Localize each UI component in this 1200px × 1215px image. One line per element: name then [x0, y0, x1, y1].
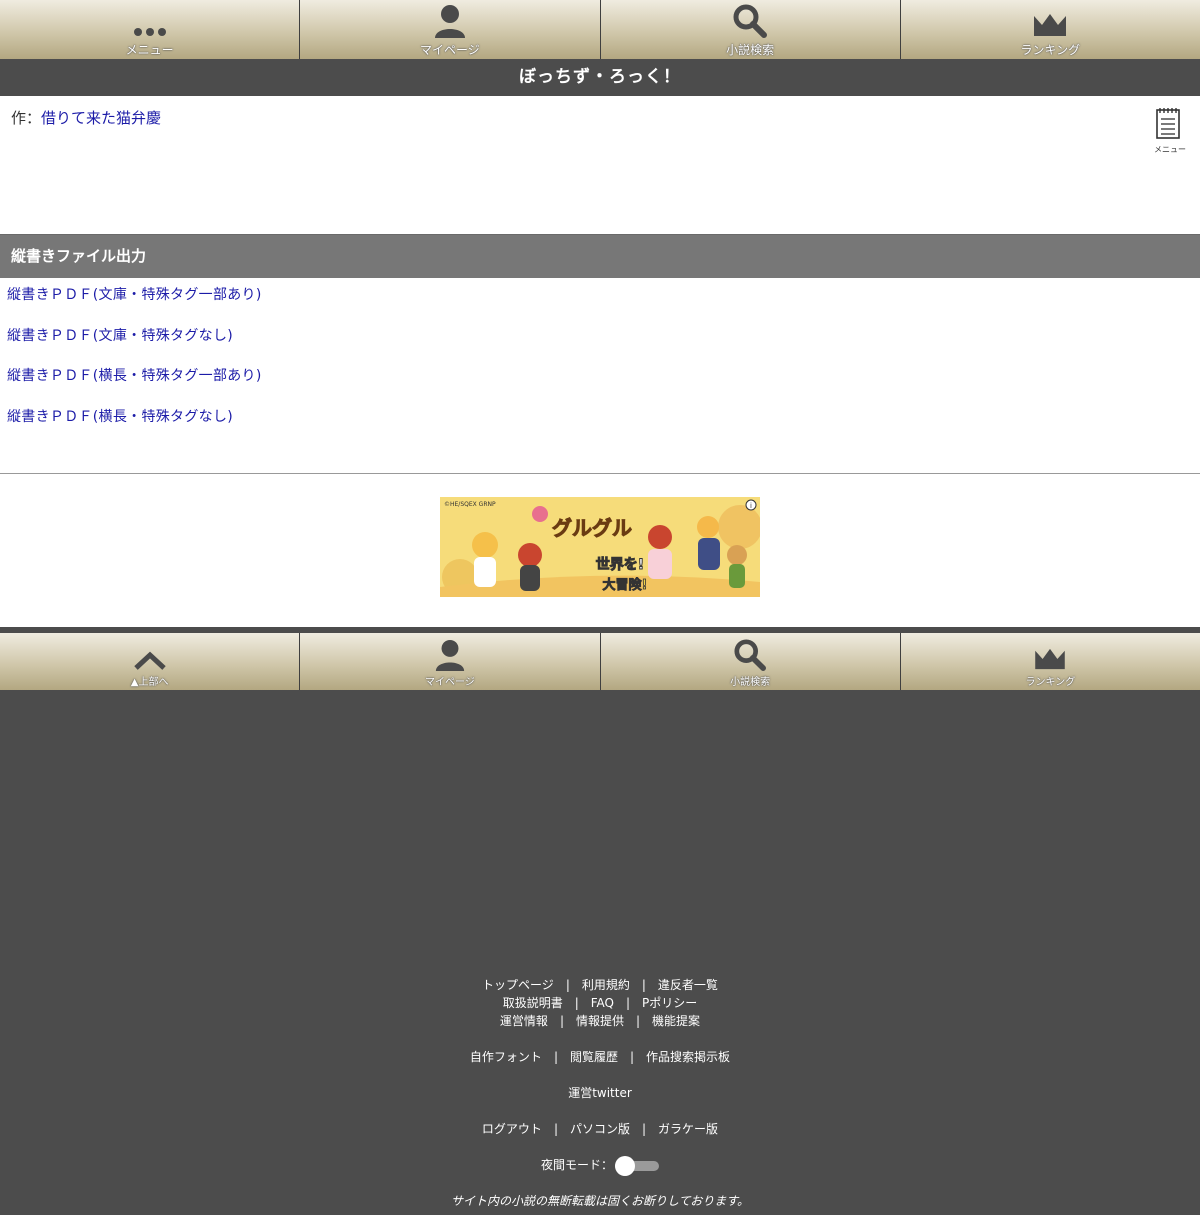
nav-mypage-label: マイページ: [419, 43, 480, 57]
footer-row-2: 取扱説明書 | FAQ | Pポリシー: [502, 996, 698, 1010]
footer-link-violators[interactable]: 違反者一覧: [658, 978, 718, 992]
svg-text:世界を!: 世界を!: [596, 556, 644, 573]
footer-row-1: トップページ | 利用規約 | 違反者一覧: [482, 978, 718, 992]
pdf-link-bunko-notags[interactable]: 縦書きＰＤＦ(文庫・特殊タグなし): [0, 319, 1200, 360]
footer-link-manual[interactable]: 取扱説明書: [503, 996, 563, 1010]
top-nav: メニュー マイページ 小説検索 ランキング: [0, 0, 1200, 59]
footer-link-pc[interactable]: パソコン版: [570, 1122, 630, 1136]
footer-link-terms[interactable]: 利用規約: [582, 978, 630, 992]
svg-text:i: i: [750, 502, 752, 510]
author-link[interactable]: 借りて来た猫弁慶: [41, 109, 161, 127]
novel-menu-label: メニュー: [1154, 145, 1186, 154]
nav-search-button-bottom[interactable]: 小説検索: [600, 633, 900, 690]
footer-link-info[interactable]: 情報提供: [576, 1014, 624, 1028]
footer-link-privacy[interactable]: Pポリシー: [642, 996, 697, 1010]
footer-row-5: 運営twitter: [0, 1084, 1200, 1102]
footer-row-4: 自作フォント | 閲覧履歴 | 作品搜索掲示板: [469, 1050, 731, 1064]
page-title: ぼっちず・ろっく！: [0, 59, 1200, 96]
nav-mypage-button[interactable]: マイページ: [300, 0, 600, 59]
dots-icon: [132, 4, 168, 38]
crown-icon: [1033, 4, 1067, 38]
night-mode-toggle[interactable]: [615, 1155, 659, 1176]
footer-link-faq[interactable]: FAQ: [591, 996, 614, 1010]
ad-banner[interactable]: グルグル 世界を! 大冒険! ©HE/SQEX GRNP i: [440, 497, 760, 597]
footer-link-top[interactable]: トップページ: [482, 978, 554, 992]
user-icon: [434, 637, 466, 671]
night-mode-row: 夜間モード：: [0, 1155, 1200, 1176]
nav-ranking-button-bottom[interactable]: ランキング: [900, 633, 1200, 690]
crown-icon: [1033, 637, 1067, 671]
footer-link-board[interactable]: 作品搜索掲示板: [646, 1050, 730, 1064]
novel-menu-button[interactable]: メニュー: [1154, 107, 1186, 155]
footer-link-logout[interactable]: ログアウト: [482, 1122, 542, 1136]
nav-menu-button[interactable]: メニュー: [0, 0, 300, 59]
footer-row-6: ログアウト | パソコン版 | ガラケー版: [481, 1122, 719, 1136]
svg-text:大冒険!: 大冒険!: [603, 577, 648, 593]
footer-link-font[interactable]: 自作フォント: [470, 1050, 542, 1064]
ad-area: グルグル 世界を! 大冒険! ©HE/SQEX GRNP i: [0, 474, 1200, 627]
svg-text:©HE/SQEX GRNP: ©HE/SQEX GRNP: [444, 501, 496, 508]
nav-search-button[interactable]: 小説検索: [600, 0, 900, 59]
ad-banner-art: グルグル 世界を! 大冒険! ©HE/SQEX GRNP i: [440, 497, 760, 597]
footer-link-feature[interactable]: 機能提案: [652, 1014, 700, 1028]
author-prefix: 作：: [11, 109, 42, 127]
copyright-notice: サイト内の小説の無断転載は固くお断りしております。: [450, 1194, 750, 1208]
footer-link-operation[interactable]: 運営情報: [500, 1014, 548, 1028]
pdf-link-landscape-tags[interactable]: 縦書きＰＤＦ(横長・特殊タグ一部あり): [0, 359, 1200, 400]
svg-text:グルグル: グルグル: [552, 516, 632, 540]
nav-ranking-label-bottom: ランキング: [1025, 677, 1076, 688]
vertical-output-heading: 縦書きファイル出力: [0, 234, 1200, 278]
author-line: 作：借りて来た猫弁慶: [11, 107, 161, 128]
footer-link-twitter[interactable]: 運営twitter: [568, 1086, 632, 1100]
night-mode-label: 夜間モード：: [540, 1158, 613, 1172]
toggle-knob: [615, 1155, 635, 1176]
search-icon: [733, 4, 768, 38]
nav-top-label: ▲上部へ: [130, 677, 169, 688]
footer-link-history[interactable]: 閲覧履歴: [570, 1050, 618, 1064]
nav-search-label: 小説検索: [726, 43, 775, 57]
pdf-link-landscape-notags[interactable]: 縦書きＰＤＦ(横長・特殊タグなし): [0, 400, 1200, 441]
nav-mypage-label-bottom: マイページ: [424, 677, 475, 688]
user-icon: [434, 4, 466, 38]
search-icon: [734, 637, 767, 671]
nav-search-label-bottom: 小説検索: [730, 677, 771, 688]
footer: トップページ | 利用規約 | 違反者一覧 取扱説明書 | FAQ | Pポリシー 運営情報 | 情…: [0, 690, 1200, 1210]
novel-info: 作：借りて来た猫弁慶 メニュー: [0, 96, 1200, 234]
nav-ranking-button[interactable]: ランキング: [900, 0, 1200, 59]
notepad-icon: [1156, 108, 1180, 139]
pdf-link-bunko-tags[interactable]: 縦書きＰＤＦ(文庫・特殊タグ一部あり): [0, 278, 1200, 319]
chevron-up-icon: [133, 637, 167, 671]
pdf-link-list: 縦書きＰＤＦ(文庫・特殊タグ一部あり) 縦書きＰＤＦ(文庫・特殊タグなし) 縦書…: [0, 278, 1200, 473]
nav-ranking-label: ランキング: [1020, 43, 1081, 57]
nav-mypage-button-bottom[interactable]: マイページ: [300, 633, 600, 690]
bottom-nav: ▲上部へ マイページ 小説検索 ランキング: [0, 633, 1200, 690]
footer-link-feature-phone[interactable]: ガラケー版: [658, 1122, 718, 1136]
nav-menu-label: メニュー: [125, 43, 174, 57]
footer-row-3: 運営情報 | 情報提供 | 機能提案: [499, 1014, 701, 1028]
nav-top-button[interactable]: ▲上部へ: [0, 633, 300, 690]
